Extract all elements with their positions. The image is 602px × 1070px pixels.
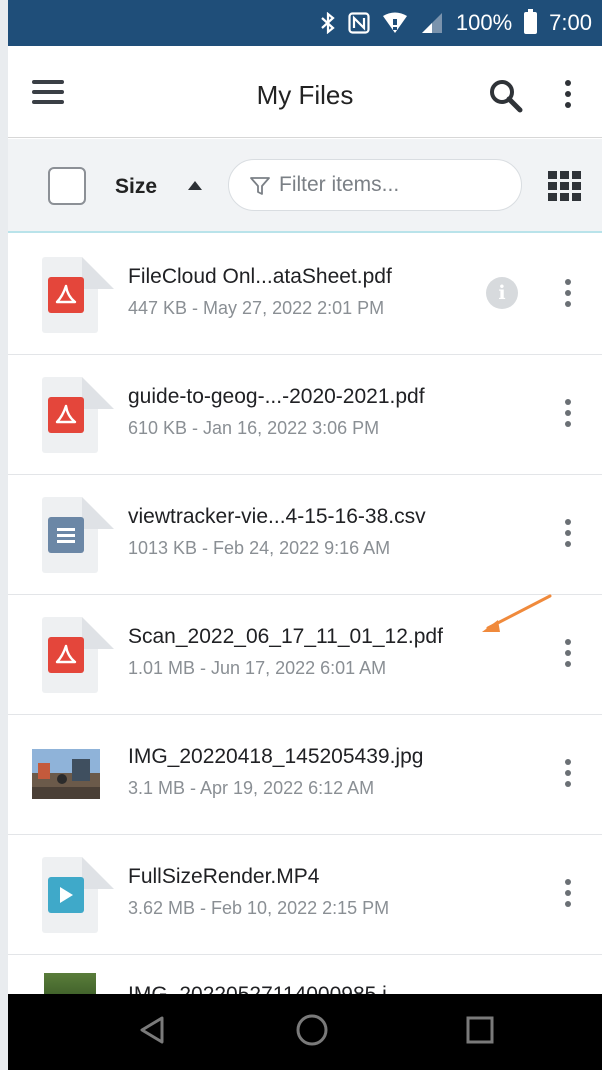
pdf-badge-icon — [48, 637, 84, 673]
grid-view-icon[interactable] — [548, 171, 582, 201]
file-row[interactable]: guide-to-geog-...-2020-2021.pdf 610 KB -… — [8, 355, 602, 475]
pdf-badge-icon — [48, 397, 84, 433]
battery-percent: 100% — [455, 10, 513, 35]
file-name: viewtracker-vie...4-15-16-38.csv — [128, 505, 426, 528]
clock: 7:00 — [549, 10, 592, 35]
recents-icon[interactable] — [462, 1012, 502, 1052]
home-icon[interactable] — [294, 1012, 334, 1052]
wifi-icon — [382, 12, 408, 34]
signal-icon — [420, 12, 444, 34]
pdf-badge-icon — [48, 277, 84, 313]
filter-icon — [250, 177, 270, 195]
bluetooth-icon — [320, 12, 336, 34]
video-file-icon — [32, 857, 114, 933]
app-screen: 100% 7:00 My Files Size Filter items... … — [8, 0, 602, 1070]
file-row[interactable]: IMG_20220418_145205439.jpg 3.1 MB - Apr … — [8, 715, 602, 835]
sort-ascending-icon[interactable] — [188, 181, 202, 190]
file-name: FullSizeRender.MP4 — [128, 865, 320, 888]
annotation-arrow — [482, 594, 552, 632]
play-icon — [48, 877, 84, 913]
file-row[interactable]: FileCloud Onl...ataSheet.pdf 447 KB - Ma… — [8, 235, 602, 355]
file-name: FileCloud Onl...ataSheet.pdf — [128, 265, 392, 288]
more-vert-icon[interactable] — [563, 519, 573, 547]
file-name: guide-to-geog-...-2020-2021.pdf — [128, 385, 425, 408]
more-vert-icon[interactable] — [562, 80, 574, 108]
select-all-checkbox[interactable] — [48, 167, 86, 205]
status-bar: 100% 7:00 — [8, 0, 602, 46]
file-row[interactable]: viewtracker-vie...4-15-16-38.csv 1013 KB… — [8, 475, 602, 595]
image-thumbnail — [32, 737, 100, 813]
system-nav-bar — [8, 994, 602, 1070]
app-bar: My Files — [8, 46, 602, 138]
pdf-file-icon — [32, 377, 114, 453]
pdf-file-icon — [32, 257, 114, 333]
more-vert-icon[interactable] — [563, 279, 573, 307]
document-badge-icon — [48, 517, 84, 553]
sort-label[interactable]: Size — [115, 175, 157, 199]
battery-icon — [524, 9, 538, 34]
pdf-file-icon — [32, 617, 114, 693]
back-icon[interactable] — [134, 1012, 174, 1052]
file-meta: 3.1 MB - Apr 19, 2022 6:12 AM — [128, 778, 375, 798]
filter-input[interactable] — [279, 169, 509, 201]
document-file-icon — [32, 497, 114, 573]
file-meta: 1013 KB - Feb 24, 2022 9:16 AM — [128, 538, 391, 558]
file-name: IMG_20220418_145205439.jpg — [128, 745, 424, 768]
search-icon[interactable] — [488, 78, 524, 114]
nfc-icon — [348, 12, 370, 34]
more-vert-icon[interactable] — [563, 759, 573, 787]
more-vert-icon[interactable] — [563, 639, 573, 667]
file-row[interactable]: FullSizeRender.MP4 3.62 MB - Feb 10, 202… — [8, 835, 602, 955]
file-meta: 1.01 MB - Jun 17, 2022 6:01 AM — [128, 658, 387, 678]
filter-field[interactable] — [228, 159, 522, 211]
more-vert-icon[interactable] — [563, 879, 573, 907]
file-name: Scan_2022_06_17_11_01_12.pdf — [128, 625, 443, 648]
file-meta: 610 KB - Jan 16, 2022 3:06 PM — [128, 418, 380, 438]
sort-filter-toolbar: Size — [8, 139, 602, 233]
file-meta: 3.62 MB - Feb 10, 2022 2:15 PM — [128, 898, 390, 918]
more-vert-icon[interactable] — [563, 399, 573, 427]
info-icon[interactable]: i — [486, 277, 518, 309]
file-meta: 447 KB - May 27, 2022 2:01 PM — [128, 298, 385, 318]
